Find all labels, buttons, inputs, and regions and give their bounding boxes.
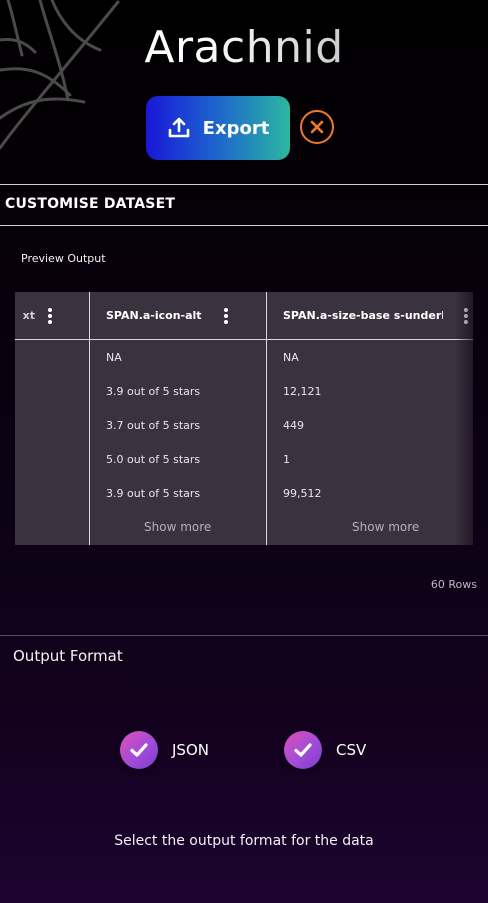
close-button[interactable] <box>300 110 334 144</box>
checkbox-checked-icon[interactable] <box>284 731 322 769</box>
section-title: CUSTOMISE DATASET <box>5 196 176 212</box>
column-header: xt <box>22 309 35 322</box>
upload-icon <box>168 117 189 138</box>
checkbox-checked-icon[interactable] <box>120 731 158 769</box>
divider <box>0 225 488 226</box>
table-cell: 99,512 <box>283 487 322 500</box>
show-more-link[interactable]: Show more <box>352 520 419 534</box>
csv-format-option[interactable]: CSV <box>284 730 366 770</box>
column-menu-icon[interactable] <box>461 306 471 326</box>
preview-table[interactable]: xt e SPAN.a-icon-alt NA 3.9 out of 5 sta… <box>15 292 473 545</box>
table-cell: 3.9 out of 5 stars <box>106 487 201 500</box>
format-label: JSON <box>172 741 209 759</box>
close-icon <box>310 120 324 134</box>
column-header: SPAN.a-size-base s-underl <box>283 309 443 322</box>
table-cell: 1 <box>283 453 290 466</box>
export-label: Export <box>202 117 270 139</box>
table-cell: 3.9 out of 5 stars <box>106 385 201 398</box>
format-label: CSV <box>336 741 367 759</box>
header: Arachnid Export <box>0 0 488 184</box>
table-cell: 449 <box>283 419 304 432</box>
column-divider <box>266 292 267 545</box>
json-format-option[interactable]: JSON <box>120 730 209 770</box>
preview-label: Preview Output <box>21 252 106 265</box>
rows-count: 60 Rows <box>430 578 477 591</box>
table-cell: NA <box>106 351 122 364</box>
table-cell: 5.0 out of 5 stars <box>106 453 201 466</box>
column-divider <box>89 292 90 545</box>
column-header: SPAN.a-icon-alt <box>106 309 202 322</box>
helper-text: Select the output format for the data <box>114 833 374 849</box>
app-title: Arachnid <box>0 22 488 73</box>
table-cell: NA <box>283 351 299 364</box>
output-format-title: Output Format <box>13 647 123 665</box>
column-menu-icon[interactable] <box>221 306 231 326</box>
table-cell: 3.7 out of 5 stars <box>106 419 201 432</box>
export-button[interactable]: Export <box>146 96 290 160</box>
divider <box>0 635 488 636</box>
divider <box>0 184 488 185</box>
table-cell: 12,121 <box>283 385 322 398</box>
show-more-link[interactable]: Show more <box>144 520 211 534</box>
column-menu-icon[interactable] <box>45 306 55 326</box>
